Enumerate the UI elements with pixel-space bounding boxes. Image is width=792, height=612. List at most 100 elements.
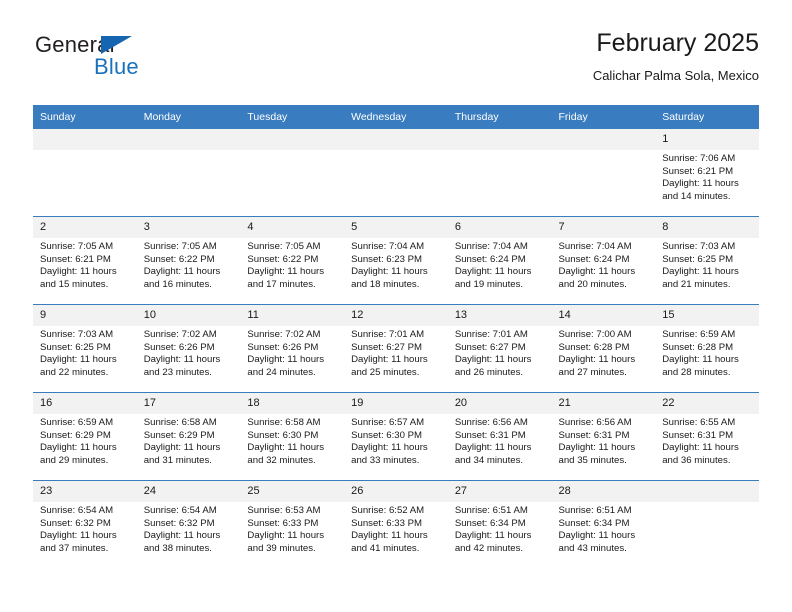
daylight-text: Daylight: 11 hours (143, 266, 221, 278)
calendar-day-cell[interactable]: 22 Sunrise: 6:55 AM Sunset: 6:31 PM Dayligh… (655, 392, 759, 481)
calendar-day-cell[interactable]: 4 Sunrise: 7:05 AM Sunset: 6:22 PM Daylight… (240, 216, 345, 305)
calendar-day-cell[interactable]: 28 Sunrise: 6:51 AM Sunset: 6:34 PM Dayligh… (551, 480, 656, 568)
brand-logo[interactable]: General Blue (33, 28, 363, 90)
calendar-day-cell[interactable]: 9 Sunrise: 7:03 AM Sunset: 6:25 PM Daylight… (33, 304, 137, 393)
daylight-text: and 42 minutes. (454, 542, 524, 554)
sunrise-text: Sunrise: 6:52 AM (351, 505, 425, 516)
calendar-day-cell[interactable]: 15 Sunrise: 6:59 AM Sunset: 6:28 PM Dayligh… (655, 304, 759, 393)
day-number: 18 (240, 393, 345, 414)
sunset-text: Sunset: 6:26 PM (143, 341, 215, 353)
sunset-text: Sunset: 6:26 PM (247, 341, 319, 353)
daylight-text: Daylight: 11 hours (247, 442, 325, 454)
calendar-day-cell[interactable]: 27 Sunrise: 6:51 AM Sunset: 6:34 PM Dayligh… (447, 480, 552, 568)
day-number: 5 (344, 217, 448, 238)
calendar-empty-cell (655, 480, 759, 568)
sunset-text: Sunset: 6:21 PM (40, 253, 111, 265)
sunset-text: Sunset: 6:33 PM (247, 517, 319, 529)
sunset-text: Sunset: 6:27 PM (454, 341, 526, 353)
sunset-text: Sunset: 6:29 PM (143, 429, 215, 441)
calendar-week-row: 9 Sunrise: 7:03 AM Sunset: 6:25 PM Daylight… (33, 304, 759, 393)
calendar-day-cell[interactable]: 7 Sunrise: 7:04 AM Sunset: 6:24 PM Daylight… (551, 216, 656, 305)
calendar-day-cell[interactable]: 17 Sunrise: 6:58 AM Sunset: 6:29 PM Dayligh… (136, 392, 241, 481)
sunrise-text: Sunrise: 6:53 AM (247, 505, 321, 516)
weekday-header-sunday: Sunday (33, 105, 137, 129)
day-details: Sunrise: 6:54 AM Sunset: 6:32 PM Daylight:… (33, 502, 137, 555)
calendar-day-cell[interactable]: 20 Sunrise: 6:56 AM Sunset: 6:31 PM Dayligh… (447, 392, 552, 481)
sunrise-text: Sunrise: 6:59 AM (662, 329, 736, 340)
calendar-day-cell[interactable]: 1 Sunrise: 7:06 AM Sunset: 6:21 PM Daylight… (655, 129, 759, 217)
daylight-text: and 18 minutes. (351, 278, 420, 290)
day-details: Sunrise: 6:58 AM Sunset: 6:29 PM Daylight:… (137, 414, 241, 467)
day-number (240, 129, 345, 150)
calendar-day-cell[interactable]: 3 Sunrise: 7:05 AM Sunset: 6:22 PM Daylight… (136, 216, 241, 305)
calendar-week-row: 23 Sunrise: 6:54 AM Sunset: 6:32 PM Dayligh… (33, 480, 759, 568)
daylight-text: and 29 minutes. (40, 454, 109, 466)
daylight-text: Daylight: 11 hours (662, 354, 739, 366)
sunrise-text: Sunrise: 6:54 AM (40, 505, 114, 516)
calendar-day-cell[interactable]: 10 Sunrise: 7:02 AM Sunset: 6:26 PM Dayligh… (136, 304, 241, 393)
calendar-week-row: 1 Sunrise: 7:06 AM Sunset: 6:21 PM Daylight… (33, 129, 759, 217)
calendar-grid: Sunday Monday Tuesday Wednesday Thursday… (33, 105, 759, 568)
calendar-day-cell[interactable]: 18 Sunrise: 6:58 AM Sunset: 6:30 PM Dayligh… (240, 392, 345, 481)
day-details: Sunrise: 7:01 AM Sunset: 6:27 PM Daylight:… (344, 326, 448, 379)
day-number: 3 (136, 217, 241, 238)
weekday-header-monday: Monday (136, 105, 241, 129)
calendar-day-cell[interactable]: 25 Sunrise: 6:53 AM Sunset: 6:33 PM Dayligh… (240, 480, 345, 568)
calendar-day-cell[interactable]: 14 Sunrise: 7:00 AM Sunset: 6:28 PM Dayligh… (551, 304, 656, 393)
daylight-text: Daylight: 11 hours (351, 530, 428, 542)
day-details: Sunrise: 6:57 AM Sunset: 6:30 PM Daylight:… (344, 414, 448, 467)
day-number: 8 (655, 217, 759, 238)
calendar-empty-cell (551, 129, 656, 217)
sunrise-text: Sunrise: 6:56 AM (558, 417, 632, 428)
calendar-day-cell[interactable]: 5 Sunrise: 7:04 AM Sunset: 6:23 PM Daylight… (344, 216, 448, 305)
sunset-text: Sunset: 6:32 PM (143, 517, 215, 529)
daylight-text: Daylight: 11 hours (351, 442, 428, 454)
page-subtitle: Calichar Palma Sola, Mexico (592, 68, 759, 83)
day-details: Sunrise: 7:03 AM Sunset: 6:25 PM Daylight:… (655, 238, 759, 291)
sunset-text: Sunset: 6:33 PM (351, 517, 423, 529)
calendar-day-cell[interactable]: 2 Sunrise: 7:05 AM Sunset: 6:21 PM Daylight… (33, 216, 137, 305)
sunrise-text: Sunrise: 7:03 AM (662, 241, 736, 252)
sunset-text: Sunset: 6:30 PM (247, 429, 319, 441)
calendar-day-cell[interactable]: 16 Sunrise: 6:59 AM Sunset: 6:29 PM Dayligh… (33, 392, 137, 481)
daylight-text: and 22 minutes. (40, 366, 109, 378)
page-title: February 2025 (596, 29, 759, 57)
day-number (551, 129, 656, 150)
calendar-day-cell[interactable]: 13 Sunrise: 7:01 AM Sunset: 6:27 PM Dayligh… (447, 304, 552, 393)
day-number: 15 (655, 305, 759, 326)
daylight-text: Daylight: 11 hours (558, 354, 636, 366)
daylight-text: and 27 minutes. (558, 366, 627, 378)
calendar-day-cell[interactable]: 24 Sunrise: 6:54 AM Sunset: 6:32 PM Dayligh… (136, 480, 241, 568)
day-number: 20 (447, 393, 552, 414)
weekday-header-thursday: Thursday (447, 105, 552, 129)
calendar-body: 1 Sunrise: 7:06 AM Sunset: 6:21 PM Daylight… (33, 129, 759, 568)
day-details: Sunrise: 7:05 AM Sunset: 6:22 PM Daylight:… (137, 238, 241, 291)
daylight-text: Daylight: 11 hours (662, 178, 739, 190)
sunset-text: Sunset: 6:31 PM (662, 429, 734, 441)
calendar-day-cell[interactable]: 11 Sunrise: 7:02 AM Sunset: 6:26 PM Dayligh… (240, 304, 345, 393)
daylight-text: and 25 minutes. (351, 366, 420, 378)
sunrise-text: Sunrise: 6:51 AM (454, 505, 528, 516)
calendar-day-cell[interactable]: 12 Sunrise: 7:01 AM Sunset: 6:27 PM Dayligh… (344, 304, 448, 393)
sunrise-text: Sunrise: 7:06 AM (662, 153, 736, 164)
day-details: Sunrise: 7:05 AM Sunset: 6:22 PM Daylight:… (240, 238, 344, 291)
daylight-text: and 23 minutes. (143, 366, 212, 378)
day-number: 4 (240, 217, 345, 238)
day-number: 16 (33, 393, 137, 414)
sunset-text: Sunset: 6:22 PM (247, 253, 319, 265)
calendar-day-cell[interactable]: 23 Sunrise: 6:54 AM Sunset: 6:32 PM Dayligh… (33, 480, 137, 568)
calendar-day-cell[interactable]: 21 Sunrise: 6:56 AM Sunset: 6:31 PM Dayligh… (551, 392, 656, 481)
sunrise-text: Sunrise: 6:54 AM (143, 505, 217, 516)
calendar-week-row: 2 Sunrise: 7:05 AM Sunset: 6:21 PM Daylight… (33, 216, 759, 305)
sunset-text: Sunset: 6:31 PM (558, 429, 630, 441)
day-number: 9 (33, 305, 137, 326)
calendar-day-cell[interactable]: 8 Sunrise: 7:03 AM Sunset: 6:25 PM Daylight… (655, 216, 759, 305)
calendar-day-cell[interactable]: 26 Sunrise: 6:52 AM Sunset: 6:33 PM Dayligh… (344, 480, 448, 568)
day-number: 19 (344, 393, 448, 414)
sunset-text: Sunset: 6:32 PM (40, 517, 111, 529)
weekday-header-wednesday: Wednesday (344, 105, 448, 129)
calendar-day-cell[interactable]: 19 Sunrise: 6:57 AM Sunset: 6:30 PM Dayligh… (344, 392, 448, 481)
day-number: 6 (447, 217, 552, 238)
sunset-text: Sunset: 6:24 PM (558, 253, 630, 265)
calendar-day-cell[interactable]: 6 Sunrise: 7:04 AM Sunset: 6:24 PM Daylight… (447, 216, 552, 305)
